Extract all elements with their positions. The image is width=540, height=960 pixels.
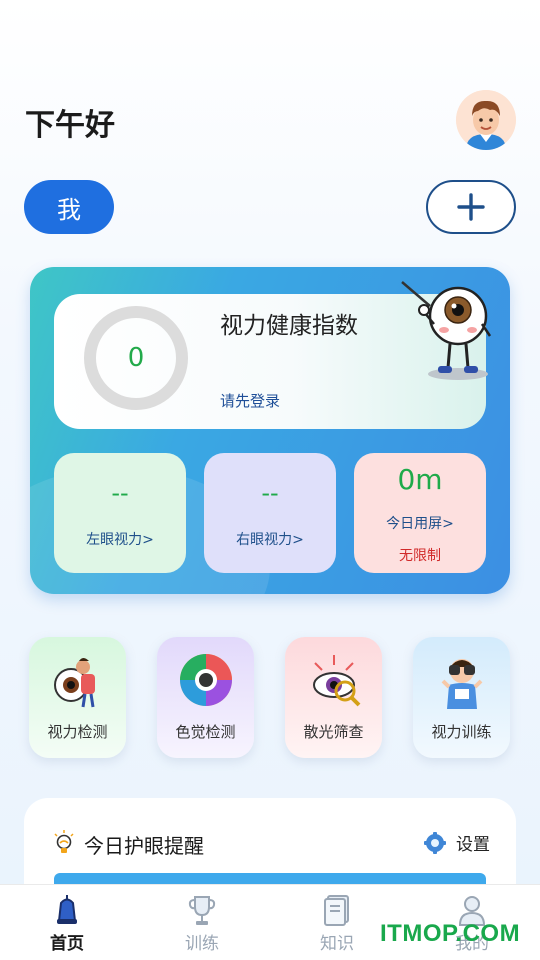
user-avatar[interactable] xyxy=(456,90,516,150)
lightbulb-icon xyxy=(54,830,74,853)
tool-color-vision[interactable]: 色觉检测 xyxy=(157,637,254,758)
reminder-title: 今日护眼提醒 xyxy=(84,834,204,858)
nav-label: 知识 xyxy=(320,934,354,954)
health-score-ring: 0 xyxy=(84,306,188,410)
screen-time-value: 0m xyxy=(397,463,443,496)
tool-vision-test[interactable]: 视力检测 xyxy=(29,637,126,758)
nav-label: 首页 xyxy=(50,934,84,954)
tool-label: 色觉检测 xyxy=(175,723,236,741)
left-eye-value: -- xyxy=(111,479,129,507)
health-card: 0 视力健康指数 请先登录 -- 左眼视力> -- 右眼视力> 0m 今日用屏>… xyxy=(30,267,510,594)
screen-time-label: 今日用屏> xyxy=(386,516,454,532)
astigmatism-icon xyxy=(313,655,361,707)
book-icon xyxy=(324,895,349,926)
health-index-title: 视力健康指数 xyxy=(220,313,358,339)
me-button[interactable]: 我 xyxy=(24,180,114,234)
greeting-title: 下午好 xyxy=(25,108,115,143)
tool-label: 视力训练 xyxy=(431,723,492,741)
gear-icon[interactable] xyxy=(424,832,446,854)
color-wheel-icon xyxy=(180,654,232,706)
nav-tab-knowledge[interactable]: 知识 xyxy=(297,893,377,954)
nav-label: 训练 xyxy=(185,934,219,954)
binoculars-kid-icon xyxy=(441,659,483,709)
screen-time-limit: 无限制 xyxy=(399,548,441,564)
add-button[interactable] xyxy=(426,180,516,234)
screen-time-card[interactable]: 0m 今日用屏> 无限制 xyxy=(354,453,486,573)
left-eye-vision-card[interactable]: -- 左眼视力> xyxy=(54,453,186,573)
left-eye-label: 左眼视力> xyxy=(86,532,154,548)
plus-icon xyxy=(457,193,485,221)
health-score-value: 0 xyxy=(127,343,145,373)
health-index-panel[interactable]: 0 视力健康指数 请先登录 xyxy=(54,281,492,429)
tool-label: 散光筛查 xyxy=(303,723,364,741)
reminder-settings-link[interactable]: 设置 xyxy=(456,830,490,855)
tool-label: 视力检测 xyxy=(47,723,108,741)
watermark-logo: ITMOP.COM xyxy=(380,920,521,947)
eyeball-mascot-icon xyxy=(401,281,492,380)
right-eye-vision-card[interactable]: -- 右眼视力> xyxy=(204,453,336,573)
eye-exam-icon xyxy=(54,658,95,708)
login-hint-link[interactable]: 请先登录 xyxy=(220,390,280,411)
right-eye-value: -- xyxy=(261,479,279,507)
tool-vision-training[interactable]: 视力训练 xyxy=(413,637,510,758)
nav-tab-training[interactable]: 训练 xyxy=(162,893,242,954)
trophy-icon xyxy=(188,896,216,925)
tool-astigmatism[interactable]: 散光筛查 xyxy=(285,637,382,758)
right-eye-label: 右眼视力> xyxy=(236,532,304,548)
boy-avatar-icon xyxy=(456,90,516,150)
home-icon xyxy=(57,895,77,924)
nav-tab-home[interactable]: 首页 xyxy=(27,893,107,954)
